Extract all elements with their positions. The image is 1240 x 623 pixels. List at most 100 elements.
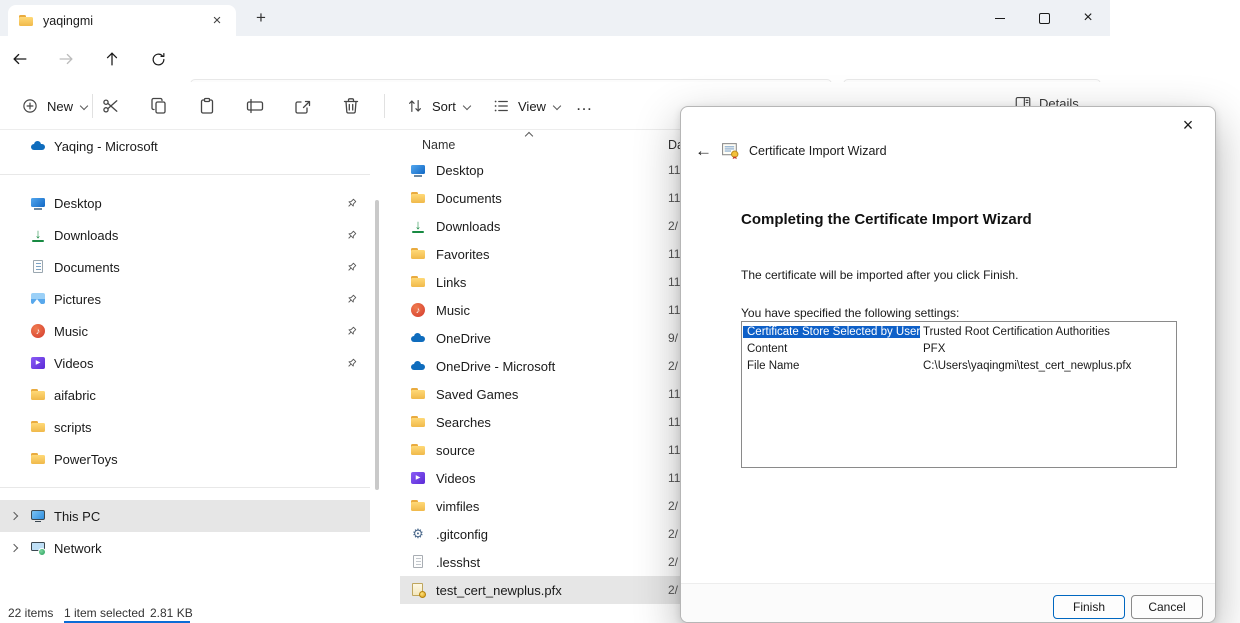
file-row-music[interactable]: Music11 <box>400 296 696 324</box>
new-tab-button[interactable]: + <box>250 7 272 29</box>
rename-button[interactable] <box>237 91 273 121</box>
delete-button[interactable] <box>333 91 369 121</box>
file-row-test-cert-newplus-pfx[interactable]: test_cert_newplus.pfx2/ <box>400 576 696 604</box>
sidebar-item-label: aifabric <box>54 388 96 403</box>
sidebar-item-videos[interactable]: Videos <box>0 347 370 379</box>
up-arrow-icon <box>103 50 121 68</box>
column-header-name[interactable]: Name <box>422 138 455 152</box>
status-item-count: 22 items <box>8 606 53 620</box>
view-button[interactable]: View <box>482 91 570 121</box>
settings-row-file-name[interactable]: File NameC:\Users\yaqingmi\test_cert_new… <box>743 357 1175 374</box>
chevron-down-icon <box>80 102 88 110</box>
finish-button[interactable]: Finish <box>1053 595 1125 619</box>
file-row-searches[interactable]: Searches11 <box>400 408 696 436</box>
status-selection: 1 item selected <box>64 606 145 620</box>
chevron-right-icon <box>6 513 22 519</box>
file-row-videos[interactable]: Videos11 <box>400 464 696 492</box>
sidebar-item-label: Downloads <box>54 228 118 243</box>
pictures-icon <box>30 291 46 307</box>
pin-icon <box>345 293 358 306</box>
status-bar: 22 items 1 item selected 2.81 KB <box>0 603 680 623</box>
sidebar-item-powertoys[interactable]: PowerToys <box>0 443 370 475</box>
trash-icon <box>341 96 361 116</box>
more-options-button[interactable]: … <box>568 91 600 121</box>
sidebar-item-yaqing-microsoft[interactable]: Yaqing - Microsoft <box>0 130 370 162</box>
file-name: Saved Games <box>436 387 658 402</box>
sidebar-item-aifabric[interactable]: aifabric <box>0 379 370 411</box>
file-icon <box>410 554 426 570</box>
sidebar-item-label: Videos <box>54 356 94 371</box>
settings-row-content[interactable]: ContentPFX <box>743 340 1175 357</box>
file-row-desktop[interactable]: Desktop11 <box>400 156 696 184</box>
sort-ascending-icon <box>525 132 533 140</box>
file-name: .lesshst <box>436 555 658 570</box>
share-button[interactable] <box>285 91 321 121</box>
folder-icon <box>410 498 426 514</box>
paste-button[interactable] <box>189 91 225 121</box>
file-name: Videos <box>436 471 658 486</box>
cut-button[interactable] <box>93 91 129 121</box>
settings-row-certificate-store-selected-by-user[interactable]: Certificate Store Selected by UserTruste… <box>743 323 1175 340</box>
doc-icon <box>30 259 46 275</box>
file-row-links[interactable]: Links11 <box>400 268 696 296</box>
cloud-icon <box>410 358 426 374</box>
copy-button[interactable] <box>141 91 177 121</box>
sidebar-item-network[interactable]: Network <box>0 532 370 564</box>
folder-icon <box>18 13 34 29</box>
settings-value: Trusted Root Certification Authorities <box>920 326 1113 338</box>
file-name: test_cert_newplus.pfx <box>436 583 658 598</box>
file-row-saved-games[interactable]: Saved Games11 <box>400 380 696 408</box>
new-button[interactable]: New <box>10 91 98 121</box>
folder-icon <box>30 451 46 467</box>
file-row-downloads[interactable]: Downloads2/ <box>400 212 696 240</box>
view-icon <box>492 97 510 115</box>
sidebar-item-desktop[interactable]: Desktop <box>0 187 370 219</box>
sort-icon <box>406 97 424 115</box>
sidebar-item-downloads[interactable]: Downloads <box>0 219 370 251</box>
dialog-close-icon[interactable]: × <box>1173 112 1203 138</box>
sidebar-item-scripts[interactable]: scripts <box>0 411 370 443</box>
file-name: source <box>436 443 658 458</box>
file-row-documents[interactable]: Documents11 <box>400 184 696 212</box>
file-row-vimfiles[interactable]: vimfiles2/ <box>400 492 696 520</box>
forward-button[interactable] <box>50 43 82 75</box>
chevron-right-icon <box>6 545 22 551</box>
file-pane: Name Da Desktop11Documents11Downloads2/F… <box>400 130 696 608</box>
file-name: Searches <box>436 415 658 430</box>
cert-icon <box>410 582 426 598</box>
cancel-button[interactable]: Cancel <box>1131 595 1203 619</box>
sidebar-item-music[interactable]: Music <box>0 315 370 347</box>
close-button[interactable]: × <box>1066 0 1110 36</box>
file-row-source[interactable]: source11 <box>400 436 696 464</box>
file-row-onedrive-microsoft[interactable]: OneDrive - Microsoft2/ <box>400 352 696 380</box>
sidebar-divider <box>0 174 370 175</box>
back-button[interactable] <box>4 43 36 75</box>
sidebar-scrollbar[interactable] <box>375 200 379 490</box>
sidebar-section: Desktop Downloads DocumentsPictures Music Vi… <box>0 187 370 475</box>
file-name: OneDrive <box>436 331 658 346</box>
explorer-tab[interactable]: yaqingmi × <box>8 5 236 36</box>
minimize-button[interactable] <box>978 0 1022 36</box>
refresh-button[interactable] <box>142 43 174 75</box>
wizard-back-icon[interactable]: ← <box>695 142 712 160</box>
file-row-lesshst[interactable]: .lesshst2/ <box>400 548 696 576</box>
sidebar-item-documents[interactable]: Documents <box>0 251 370 283</box>
settings-table[interactable]: Certificate Store Selected by UserTruste… <box>741 321 1177 468</box>
copy-icon <box>149 96 169 116</box>
folder-icon <box>30 419 46 435</box>
sort-button[interactable]: Sort <box>396 91 480 121</box>
up-button[interactable] <box>96 43 128 75</box>
file-name: vimfiles <box>436 499 658 514</box>
file-row-onedrive[interactable]: OneDrive9/ <box>400 324 696 352</box>
file-row-gitconfig[interactable]: .gitconfig2/ <box>400 520 696 548</box>
forward-arrow-icon <box>57 50 75 68</box>
maximize-button[interactable] <box>1022 0 1066 36</box>
sidebar-item-this-pc[interactable]: This PC <box>0 500 370 532</box>
file-row-favorites[interactable]: Favorites11 <box>400 240 696 268</box>
sidebar-item-label: Yaqing - Microsoft <box>54 139 158 154</box>
tab-close-icon[interactable]: × <box>208 12 226 30</box>
pin-icon <box>345 261 358 274</box>
wizard-settings-label: You have specified the following setting… <box>741 306 959 320</box>
sidebar-item-pictures[interactable]: Pictures <box>0 283 370 315</box>
sidebar-item-label: Music <box>54 324 88 339</box>
